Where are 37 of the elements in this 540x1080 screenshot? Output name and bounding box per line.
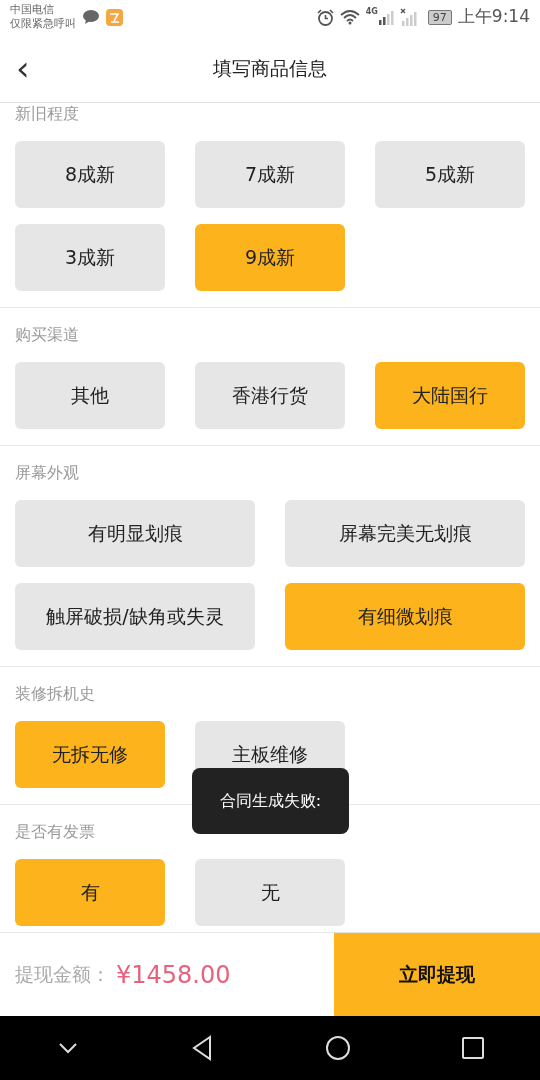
chat-icon [82,9,100,25]
section-label: 购买渠道 [15,324,80,346]
option-button[interactable]: 5成新 [375,141,525,208]
option-button[interactable]: 9成新 [195,224,345,291]
option-button[interactable]: 无拆无修 [15,721,165,788]
option-button[interactable]: 3成新 [15,224,165,291]
signal-icon [377,9,394,25]
network-label: 4G [365,6,378,18]
carrier-note: 仅限紧急呼叫 [10,17,76,31]
option-button[interactable]: 有 [15,859,165,926]
section-label: 新旧程度 [15,103,80,125]
page-title: 填写商品信息 [213,55,327,81]
wifi-icon [339,9,360,25]
section-label: 装修拆机史 [15,683,96,705]
no-signal-icon [399,8,418,26]
error-toast: 合同生成失败: [192,768,349,834]
section-label: 屏幕外观 [15,462,80,484]
option-button[interactable]: 香港行货 [195,362,345,429]
amount-label: 提现金额： [15,962,110,988]
battery-indicator: 97 [427,9,452,25]
app-icon [106,8,123,26]
carrier-text: 中国电信 [10,3,55,17]
option-button[interactable]: 有细微划痕 [285,583,525,650]
option-button[interactable]: 有明显划痕 [15,500,255,567]
option-button[interactable]: 大陆国行 [375,362,525,429]
option-button[interactable]: 8成新 [15,141,165,208]
option-button[interactable]: 其他 [15,362,165,429]
withdraw-button[interactable]: 立即提现 [334,933,540,1016]
alarm-icon [316,8,334,26]
option-button[interactable]: 7成新 [195,141,345,208]
option-button[interactable]: 无 [195,859,345,926]
option-button[interactable]: 屏幕完美无划痕 [285,500,525,567]
option-button[interactable]: 触屏破损/缺角或失灵 [15,583,255,650]
back-button[interactable]: ‹ [12,51,34,85]
clock-time: 上午9:14 [457,5,530,29]
amount-value: ¥1458.00 [116,959,231,991]
section-label: 是否有发票 [15,821,96,843]
